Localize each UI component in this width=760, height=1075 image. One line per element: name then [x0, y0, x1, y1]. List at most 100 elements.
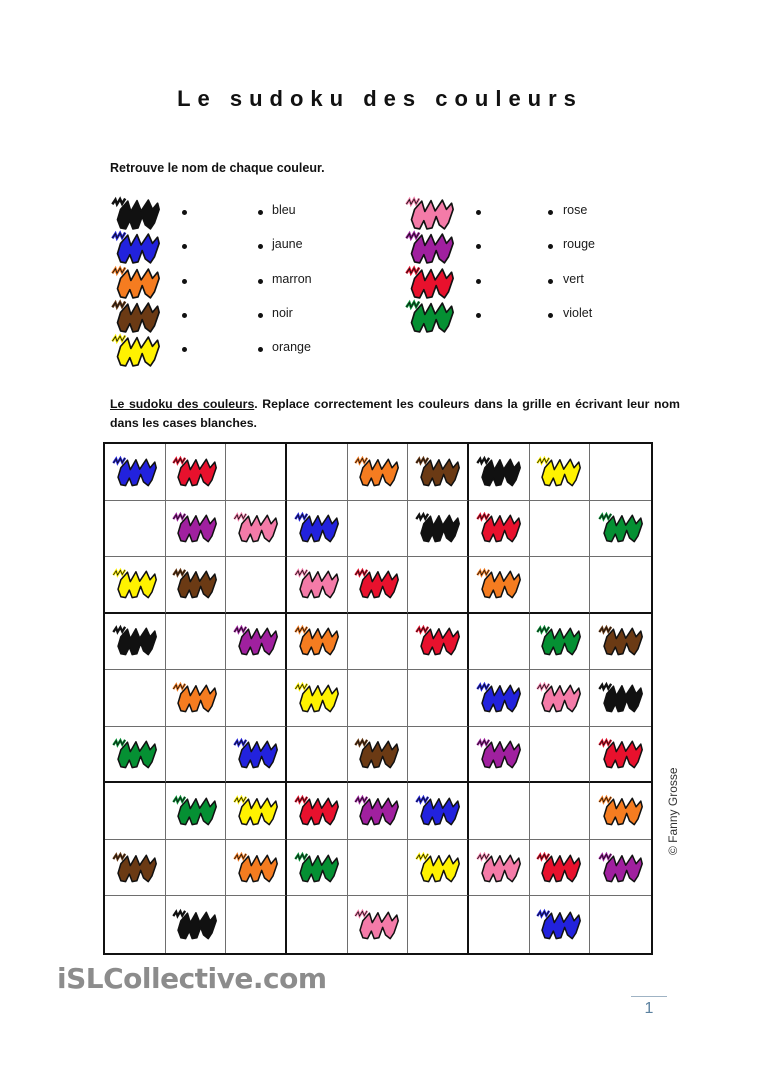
sudoku-cell-filled-black[interactable]	[590, 670, 651, 727]
match-bullet-word[interactable]	[258, 278, 263, 284]
sudoku-cell-empty[interactable]	[287, 896, 348, 953]
match-bullet-word[interactable]	[548, 312, 553, 318]
sudoku-cell-empty[interactable]	[347, 670, 409, 727]
sudoku-cell-filled-orange[interactable]	[165, 670, 227, 727]
match-bullet-word[interactable]	[548, 210, 553, 215]
match-bullet-swatch[interactable]	[476, 278, 481, 284]
sudoku-cell-filled-orange[interactable]	[347, 444, 409, 501]
match-bullet-word[interactable]	[258, 210, 263, 215]
sudoku-cell-empty[interactable]	[165, 839, 227, 897]
sudoku-cell-filled-yellow[interactable]	[105, 557, 166, 614]
sudoku-cell-filled-green[interactable]	[287, 839, 348, 897]
sudoku-cell-filled-red[interactable]	[408, 613, 469, 671]
sudoku-cell-empty[interactable]	[226, 557, 287, 614]
sudoku-cell-filled-red[interactable]	[529, 839, 591, 897]
sudoku-cell-empty[interactable]	[469, 783, 530, 840]
sudoku-cell-filled-pink[interactable]	[348, 896, 409, 953]
match-bullet-word[interactable]	[548, 244, 553, 250]
sudoku-cell-filled-green[interactable]	[105, 726, 166, 784]
sudoku-cell-filled-brown[interactable]	[105, 839, 166, 897]
sudoku-cell-filled-pink[interactable]	[226, 500, 287, 558]
sudoku-cell-filled-green[interactable]	[529, 613, 591, 671]
sudoku-cell-empty[interactable]	[347, 500, 409, 558]
match-bullet-word[interactable]	[548, 278, 553, 284]
sudoku-grid[interactable]	[103, 442, 653, 955]
sudoku-cell-filled-brown[interactable]	[590, 614, 651, 671]
sudoku-cell-filled-yellow[interactable]	[287, 670, 348, 727]
sudoku-cell-filled-pink[interactable]	[529, 670, 591, 727]
sudoku-cell-filled-orange[interactable]	[287, 613, 348, 671]
sudoku-cell-empty[interactable]	[226, 444, 287, 501]
sudoku-cell-filled-pink[interactable]	[287, 557, 348, 614]
sudoku-cell-empty[interactable]	[226, 670, 287, 727]
sudoku-cell-empty[interactable]	[347, 613, 409, 671]
sudoku-cell-empty[interactable]	[469, 613, 530, 671]
sudoku-cell-filled-yellow[interactable]	[529, 444, 591, 501]
match-bullet-swatch[interactable]	[182, 244, 187, 250]
sudoku-cell-filled-brown[interactable]	[165, 557, 227, 614]
sudoku-cell-empty[interactable]	[165, 613, 227, 671]
sudoku-cell-filled-orange[interactable]	[590, 783, 651, 840]
sudoku-cell-filled-black[interactable]	[408, 500, 469, 558]
sudoku-cell-filled-black[interactable]	[105, 613, 166, 671]
sudoku-cell-empty[interactable]	[408, 896, 469, 953]
sudoku-cell-filled-blue[interactable]	[408, 783, 469, 840]
sudoku-cell-filled-brown[interactable]	[408, 444, 469, 501]
match-bullet-swatch[interactable]	[182, 210, 187, 215]
sudoku-cell-filled-blue[interactable]	[469, 670, 530, 727]
sudoku-cell-empty[interactable]	[529, 557, 591, 614]
sudoku-cell-filled-blue[interactable]	[226, 726, 287, 784]
sudoku-cell-empty[interactable]	[408, 557, 469, 614]
sudoku-cell-empty[interactable]	[408, 670, 469, 727]
sudoku-cell-filled-green[interactable]	[590, 501, 651, 558]
sudoku-cell-filled-yellow[interactable]	[226, 783, 287, 840]
sudoku-cell-empty[interactable]	[226, 896, 287, 953]
sudoku-cell-empty[interactable]	[347, 839, 409, 897]
match-bullet-swatch[interactable]	[476, 210, 481, 215]
sudoku-cell-filled-purple[interactable]	[226, 613, 287, 671]
sudoku-cell-empty[interactable]	[529, 500, 591, 558]
sudoku-cell-filled-orange[interactable]	[469, 557, 530, 614]
match-bullet-swatch[interactable]	[182, 347, 187, 353]
sudoku-cell-empty[interactable]	[105, 783, 166, 840]
sudoku-cell-filled-red[interactable]	[469, 500, 530, 558]
sudoku-cell-filled-blue[interactable]	[287, 500, 348, 558]
sudoku-cell-filled-orange[interactable]	[226, 839, 287, 897]
sudoku-cell-filled-black[interactable]	[166, 896, 227, 953]
sudoku-cell-empty[interactable]	[408, 726, 469, 784]
sudoku-cell-filled-red[interactable]	[347, 557, 409, 614]
sudoku-cell-filled-red[interactable]	[590, 727, 651, 784]
sudoku-cell-empty[interactable]	[590, 444, 651, 501]
sudoku-cell-empty[interactable]	[590, 896, 651, 953]
match-bullet-swatch[interactable]	[476, 244, 481, 250]
sudoku-cell-filled-purple[interactable]	[590, 840, 651, 897]
sudoku-cell-filled-red[interactable]	[165, 444, 227, 501]
sudoku-cell-empty[interactable]	[165, 726, 227, 784]
sudoku-cell-filled-red[interactable]	[287, 783, 348, 840]
sudoku-cell-empty[interactable]	[105, 500, 166, 558]
sudoku-cell-filled-black[interactable]	[469, 444, 530, 501]
sudoku-cell-empty[interactable]	[105, 896, 166, 953]
match-bullet-word[interactable]	[258, 347, 263, 353]
sudoku-cell-filled-purple[interactable]	[165, 500, 227, 558]
match-bullet-word[interactable]	[258, 312, 263, 318]
sudoku-cell-empty[interactable]	[287, 726, 348, 784]
sudoku-cell-empty[interactable]	[529, 726, 591, 784]
sudoku-cell-empty[interactable]	[287, 444, 348, 501]
sudoku-cell-filled-yellow[interactable]	[408, 839, 469, 897]
sudoku-cell-filled-pink[interactable]	[469, 839, 530, 897]
match-bullet-swatch[interactable]	[182, 278, 187, 284]
sudoku-cell-filled-purple[interactable]	[347, 783, 409, 840]
match-bullet-swatch[interactable]	[182, 312, 187, 318]
sudoku-cell-filled-purple[interactable]	[469, 726, 530, 784]
sudoku-cell-filled-blue[interactable]	[105, 444, 166, 501]
sudoku-cell-empty[interactable]	[469, 896, 530, 953]
sudoku-cell-empty[interactable]	[590, 557, 651, 614]
sudoku-cell-empty[interactable]	[105, 670, 166, 727]
sudoku-cell-empty[interactable]	[529, 783, 591, 840]
match-bullet-swatch[interactable]	[476, 312, 481, 318]
sudoku-cell-filled-brown[interactable]	[347, 726, 409, 784]
match-bullet-word[interactable]	[258, 244, 263, 250]
sudoku-cell-filled-green[interactable]	[165, 783, 227, 840]
sudoku-cell-filled-blue[interactable]	[530, 896, 591, 953]
